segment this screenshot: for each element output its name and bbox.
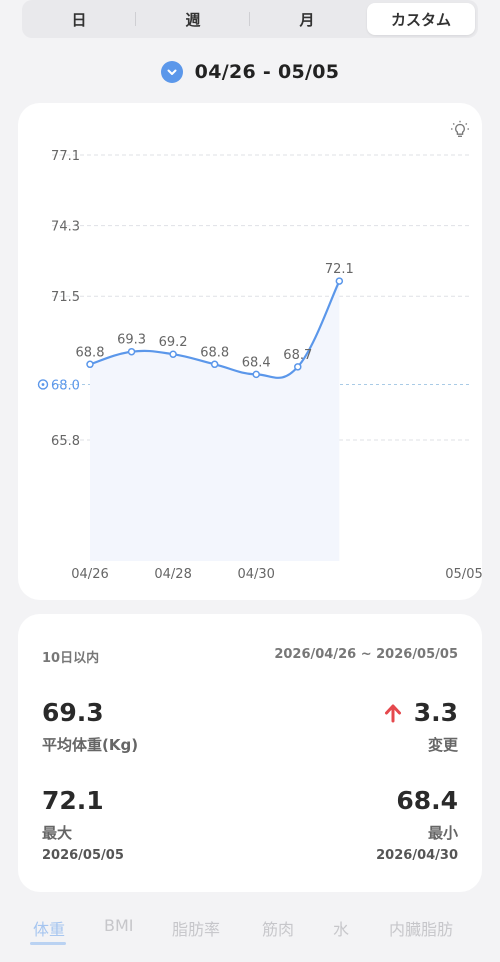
x-tick-label: 04/26 [71, 567, 108, 582]
y-tick-label: 65.8 [51, 434, 80, 449]
tab-custom-label: カスタム [390, 10, 451, 29]
data-point [169, 350, 177, 358]
period-segmented-control: 日 週 月 カスタム [22, 0, 478, 38]
data-label: 68.7 [283, 348, 312, 363]
tab-body-fat[interactable]: 脂肪率 [172, 916, 220, 940]
data-point [294, 363, 302, 371]
date-range-label: 04/26 - 05/05 [194, 61, 340, 83]
tab-week-label: 週 [185, 10, 201, 29]
arrow-up-icon [384, 703, 402, 723]
x-tick-label: 04/28 [154, 567, 191, 582]
y-tick-label: 74.3 [51, 220, 80, 235]
x-tick-label: 05/05 [445, 567, 482, 582]
tab-month-label: 月 [299, 10, 315, 29]
tab-day[interactable]: 日 [25, 3, 136, 35]
data-label: 68.4 [242, 355, 271, 370]
x-tick-label: 04/30 [237, 567, 274, 582]
tab-week[interactable]: 週 [139, 3, 250, 35]
tab-muscle[interactable]: 筋肉 [262, 916, 294, 940]
data-label: 68.8 [76, 345, 105, 360]
target-icon [41, 383, 45, 386]
tab-custom[interactable]: カスタム [367, 3, 475, 35]
data-point [86, 360, 94, 369]
tab-weight[interactable]: 体重 [33, 916, 65, 940]
tab-visceral-fat[interactable]: 内臓脂肪 [389, 916, 453, 940]
average-weight-label: 平均体重(Kg) [42, 736, 139, 754]
tab-water[interactable]: 水 [333, 916, 349, 940]
stats-date-range: 2026/04/26 ~ 2026/05/05 [274, 647, 458, 662]
data-label: 72.1 [325, 262, 354, 277]
data-label: 69.3 [117, 333, 146, 348]
data-point [252, 370, 260, 379]
data-point [210, 360, 219, 369]
min-weight-value: 68.4 [396, 786, 458, 815]
date-range-selector[interactable]: 04/26 - 05/05 [0, 56, 500, 88]
tab-day-label: 日 [71, 10, 87, 29]
lightbulb-icon[interactable] [450, 120, 470, 144]
y-tick-label: 71.5 [51, 290, 80, 305]
change-label: 変更 [427, 736, 458, 754]
tab-bmi[interactable]: BMI [104, 916, 134, 935]
data-label: 69.2 [159, 335, 188, 350]
data-point [127, 347, 136, 356]
max-weight-label: 最大 [42, 824, 73, 842]
metric-tab-bar: 体重 BMI 脂肪率 筋肉 水 内臓脂肪 [0, 906, 500, 962]
min-weight-date: 2026/04/30 [376, 848, 458, 863]
stats-period-label: 10日以内 [42, 651, 100, 666]
data-point [335, 277, 344, 285]
max-weight-value: 72.1 [42, 786, 104, 815]
target-label: 68.0 [51, 378, 80, 393]
tab-month[interactable]: 月 [253, 3, 361, 35]
chevron-down-icon [160, 61, 183, 83]
change-value-group: 3.3 [384, 698, 458, 727]
change-value: 3.3 [413, 698, 458, 727]
weight-line-chart: 77.1 74.3 71.5 65.8 68.0 68.8 69.3 69.2 68.8 68.4… [37, 149, 483, 582]
weight-chart-card: 77.1 74.3 71.5 65.8 68.0 68.8 69.3 69.2 68.8 68.4… [18, 103, 483, 600]
min-weight-label: 最小 [427, 824, 458, 842]
data-label: 68.8 [200, 345, 229, 360]
weight-stats-card: 10日以内 2026/04/26 ~ 2026/05/05 69.3 平均体重(… [18, 614, 482, 892]
active-tab-indicator [30, 942, 66, 945]
max-weight-date: 2026/05/05 [42, 848, 124, 863]
area-fill [90, 281, 340, 561]
y-tick-label: 77.1 [51, 149, 80, 164]
average-weight-value: 69.3 [42, 698, 104, 727]
